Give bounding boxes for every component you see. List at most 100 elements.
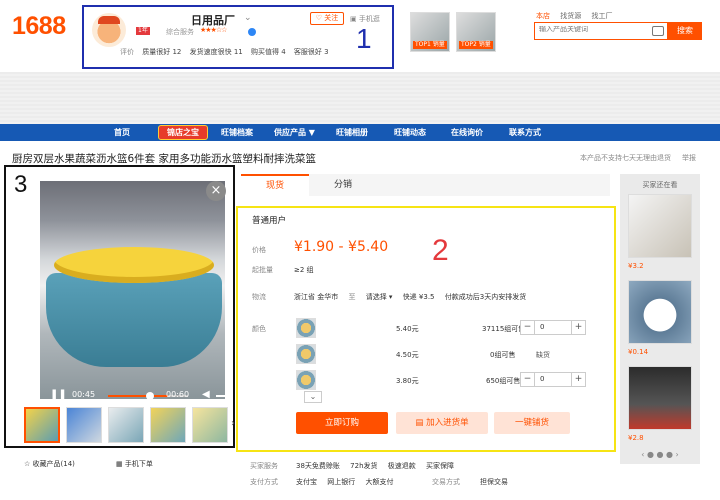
shop-nav: 首页 锦店之宝 旺铺档案 供应产品 ▼ 旺铺相册 旺铺动态 在线询价 联系方式 — [0, 124, 720, 141]
shop-avatar[interactable] — [92, 13, 126, 47]
variant-stock: 0组可售 — [490, 351, 516, 359]
logistics-label: 物流 — [252, 293, 266, 301]
moq-label: 起批量 — [252, 266, 273, 274]
sidebar-product[interactable] — [628, 280, 692, 344]
rating-tag[interactable]: 发货速度很快 11 — [190, 48, 243, 56]
verified-icon — [248, 28, 256, 36]
sidebar-pager[interactable]: ‹ ● ● ● › — [636, 450, 684, 459]
variant-swatch[interactable] — [296, 370, 316, 390]
return-notice: 本产品不支持七天无理由退货 — [580, 154, 671, 162]
rating-tag[interactable]: 客服很好 3 — [294, 48, 329, 56]
nav-contact[interactable]: 联系方式 — [509, 124, 541, 141]
top-product-thumb[interactable]: TOP1 销量 — [410, 12, 450, 52]
gallery-thumb[interactable] — [66, 407, 102, 443]
user-type: 普通用户 — [252, 216, 287, 226]
variant-swatch[interactable] — [296, 318, 316, 338]
volume-icon[interactable]: ◀ — [202, 389, 210, 399]
services-label: 买家服务 — [250, 462, 278, 470]
search-button[interactable]: 搜索 — [668, 22, 702, 40]
tab-find-source[interactable]: 找货源 — [560, 12, 581, 20]
service-item[interactable]: 极速退款 — [388, 462, 416, 470]
nav-news[interactable]: 旺铺动态 — [394, 124, 426, 141]
service-item[interactable]: 72h发货 — [350, 462, 377, 470]
expand-variants-button[interactable]: ⌄ — [304, 391, 322, 403]
plus-button[interactable]: + — [571, 373, 585, 386]
quantity-stepper: − 0 + — [520, 320, 586, 335]
gallery-thumb[interactable] — [150, 407, 186, 443]
annotation-2: 2 — [432, 234, 449, 267]
nav-home[interactable]: 首页 — [114, 124, 130, 141]
destination-select[interactable]: 请选择 ▾ — [366, 293, 393, 301]
top-badge: TOP2 销量 — [459, 41, 493, 49]
progress-handle[interactable] — [146, 392, 154, 399]
nav-inquiry[interactable]: 在线询价 — [451, 124, 483, 141]
nav-profile[interactable]: 旺铺档案 — [221, 124, 253, 141]
media-box: 3 ❚❚ 00:45 00:60 ◀ ⤢ × › — [4, 165, 235, 448]
collect-label: 收藏产品(14) — [32, 460, 75, 468]
buy-now-button[interactable]: 立即订购 — [296, 412, 388, 434]
service-label: 综合服务 — [166, 28, 194, 36]
service-stars: ★★★☆☆ — [200, 26, 227, 34]
sidebar-product[interactable] — [628, 366, 692, 430]
trade-value: 担保交易 — [480, 478, 508, 486]
variant-row: 5.40元 37115组可售 − 0 + — [296, 318, 596, 340]
tab-distribution[interactable]: 分销 — [309, 174, 377, 196]
shop-banner — [0, 72, 720, 124]
bowl-image — [46, 273, 222, 367]
site-logo[interactable]: 1688 — [12, 12, 66, 41]
service-item[interactable]: 38天免费赊账 — [296, 462, 340, 470]
minus-button[interactable]: − — [521, 373, 535, 386]
rating-tag[interactable]: 质量很好 12 — [142, 48, 181, 56]
services-list: 38天免费赊账 72h发货 极速退款 买家保障 — [296, 461, 462, 471]
add-label: 加入进货单 — [426, 418, 469, 428]
rating-tag[interactable]: 购买值得 4 — [251, 48, 286, 56]
collect-product-link[interactable]: ☆ 收藏产品(14) — [24, 459, 75, 469]
one-click-publish-button[interactable]: 一键铺货 — [494, 412, 570, 434]
search-input[interactable] — [539, 26, 643, 33]
chevron-down-icon[interactable]: ⌄ — [244, 13, 252, 23]
tab-in-stock[interactable]: 现货 — [241, 174, 309, 196]
top-badge: TOP1 销量 — [413, 41, 447, 49]
variant-price: 3.80元 — [396, 377, 419, 385]
annotation-1: 1 — [356, 23, 372, 54]
top-product-thumb[interactable]: TOP2 销量 — [456, 12, 496, 52]
report-link[interactable]: 举报 — [682, 153, 696, 163]
logistics-row: 浙江省 金华市 至 请选择 ▾ 快递 ¥3.5 付款成功后3天内安排发货 — [294, 292, 534, 302]
quantity-input[interactable]: 0 — [540, 375, 544, 383]
price-label: 价格 — [252, 246, 266, 254]
nav-special[interactable]: 锦店之宝 — [158, 125, 208, 140]
service-item[interactable]: 买家保障 — [426, 462, 454, 470]
member-badge: 1年 — [136, 27, 150, 35]
sidebar-price: ¥0.14 — [628, 348, 649, 356]
gallery-thumb[interactable] — [192, 407, 228, 443]
pay-item: 支付宝 — [296, 478, 317, 486]
also-viewed-sidebar: 买家还在看 ¥3.2 ¥0.14 ¥2.8 ‹ ● ● ● › — [620, 174, 700, 464]
out-of-stock-label: 缺货 — [536, 351, 550, 359]
video-controls: ❚❚ 00:45 00:60 ◀ ⤢ — [44, 385, 225, 399]
add-to-cart-button[interactable]: ▤ 加入进货单 — [396, 412, 488, 434]
variant-swatch[interactable] — [296, 344, 316, 364]
plus-button[interactable]: + — [571, 321, 585, 334]
nav-album[interactable]: 旺铺相册 — [336, 124, 368, 141]
pause-icon[interactable]: ❚❚ — [50, 389, 67, 399]
product-video[interactable]: ❚❚ 00:45 00:60 ◀ ⤢ — [40, 181, 225, 399]
chevron-right-icon[interactable]: › — [231, 418, 235, 429]
quantity-input[interactable]: 0 — [540, 323, 544, 331]
close-video-button[interactable]: × — [206, 181, 226, 201]
mobile-order-link[interactable]: ▦ 手机下单 — [116, 459, 153, 469]
minus-button[interactable]: − — [521, 321, 535, 334]
shipping-fee: 快递 ¥3.5 — [402, 293, 435, 301]
pay-item: 大额支付 — [365, 478, 394, 486]
color-label: 颜色 — [252, 325, 266, 333]
sidebar-price: ¥2.8 — [628, 434, 644, 442]
annotation-3: 3 — [14, 171, 28, 198]
nav-products[interactable]: 供应产品 ▼ — [274, 124, 315, 141]
camera-icon[interactable] — [652, 26, 664, 36]
sidebar-product[interactable] — [628, 194, 692, 258]
tab-this-shop[interactable]: 本店 — [536, 12, 550, 20]
gallery-thumb[interactable] — [108, 407, 144, 443]
follow-button[interactable]: ♡ 关注 — [310, 12, 344, 25]
volume-bar[interactable] — [216, 395, 225, 397]
tab-find-factory[interactable]: 找工厂 — [591, 12, 612, 20]
gallery-thumb[interactable] — [24, 407, 60, 443]
